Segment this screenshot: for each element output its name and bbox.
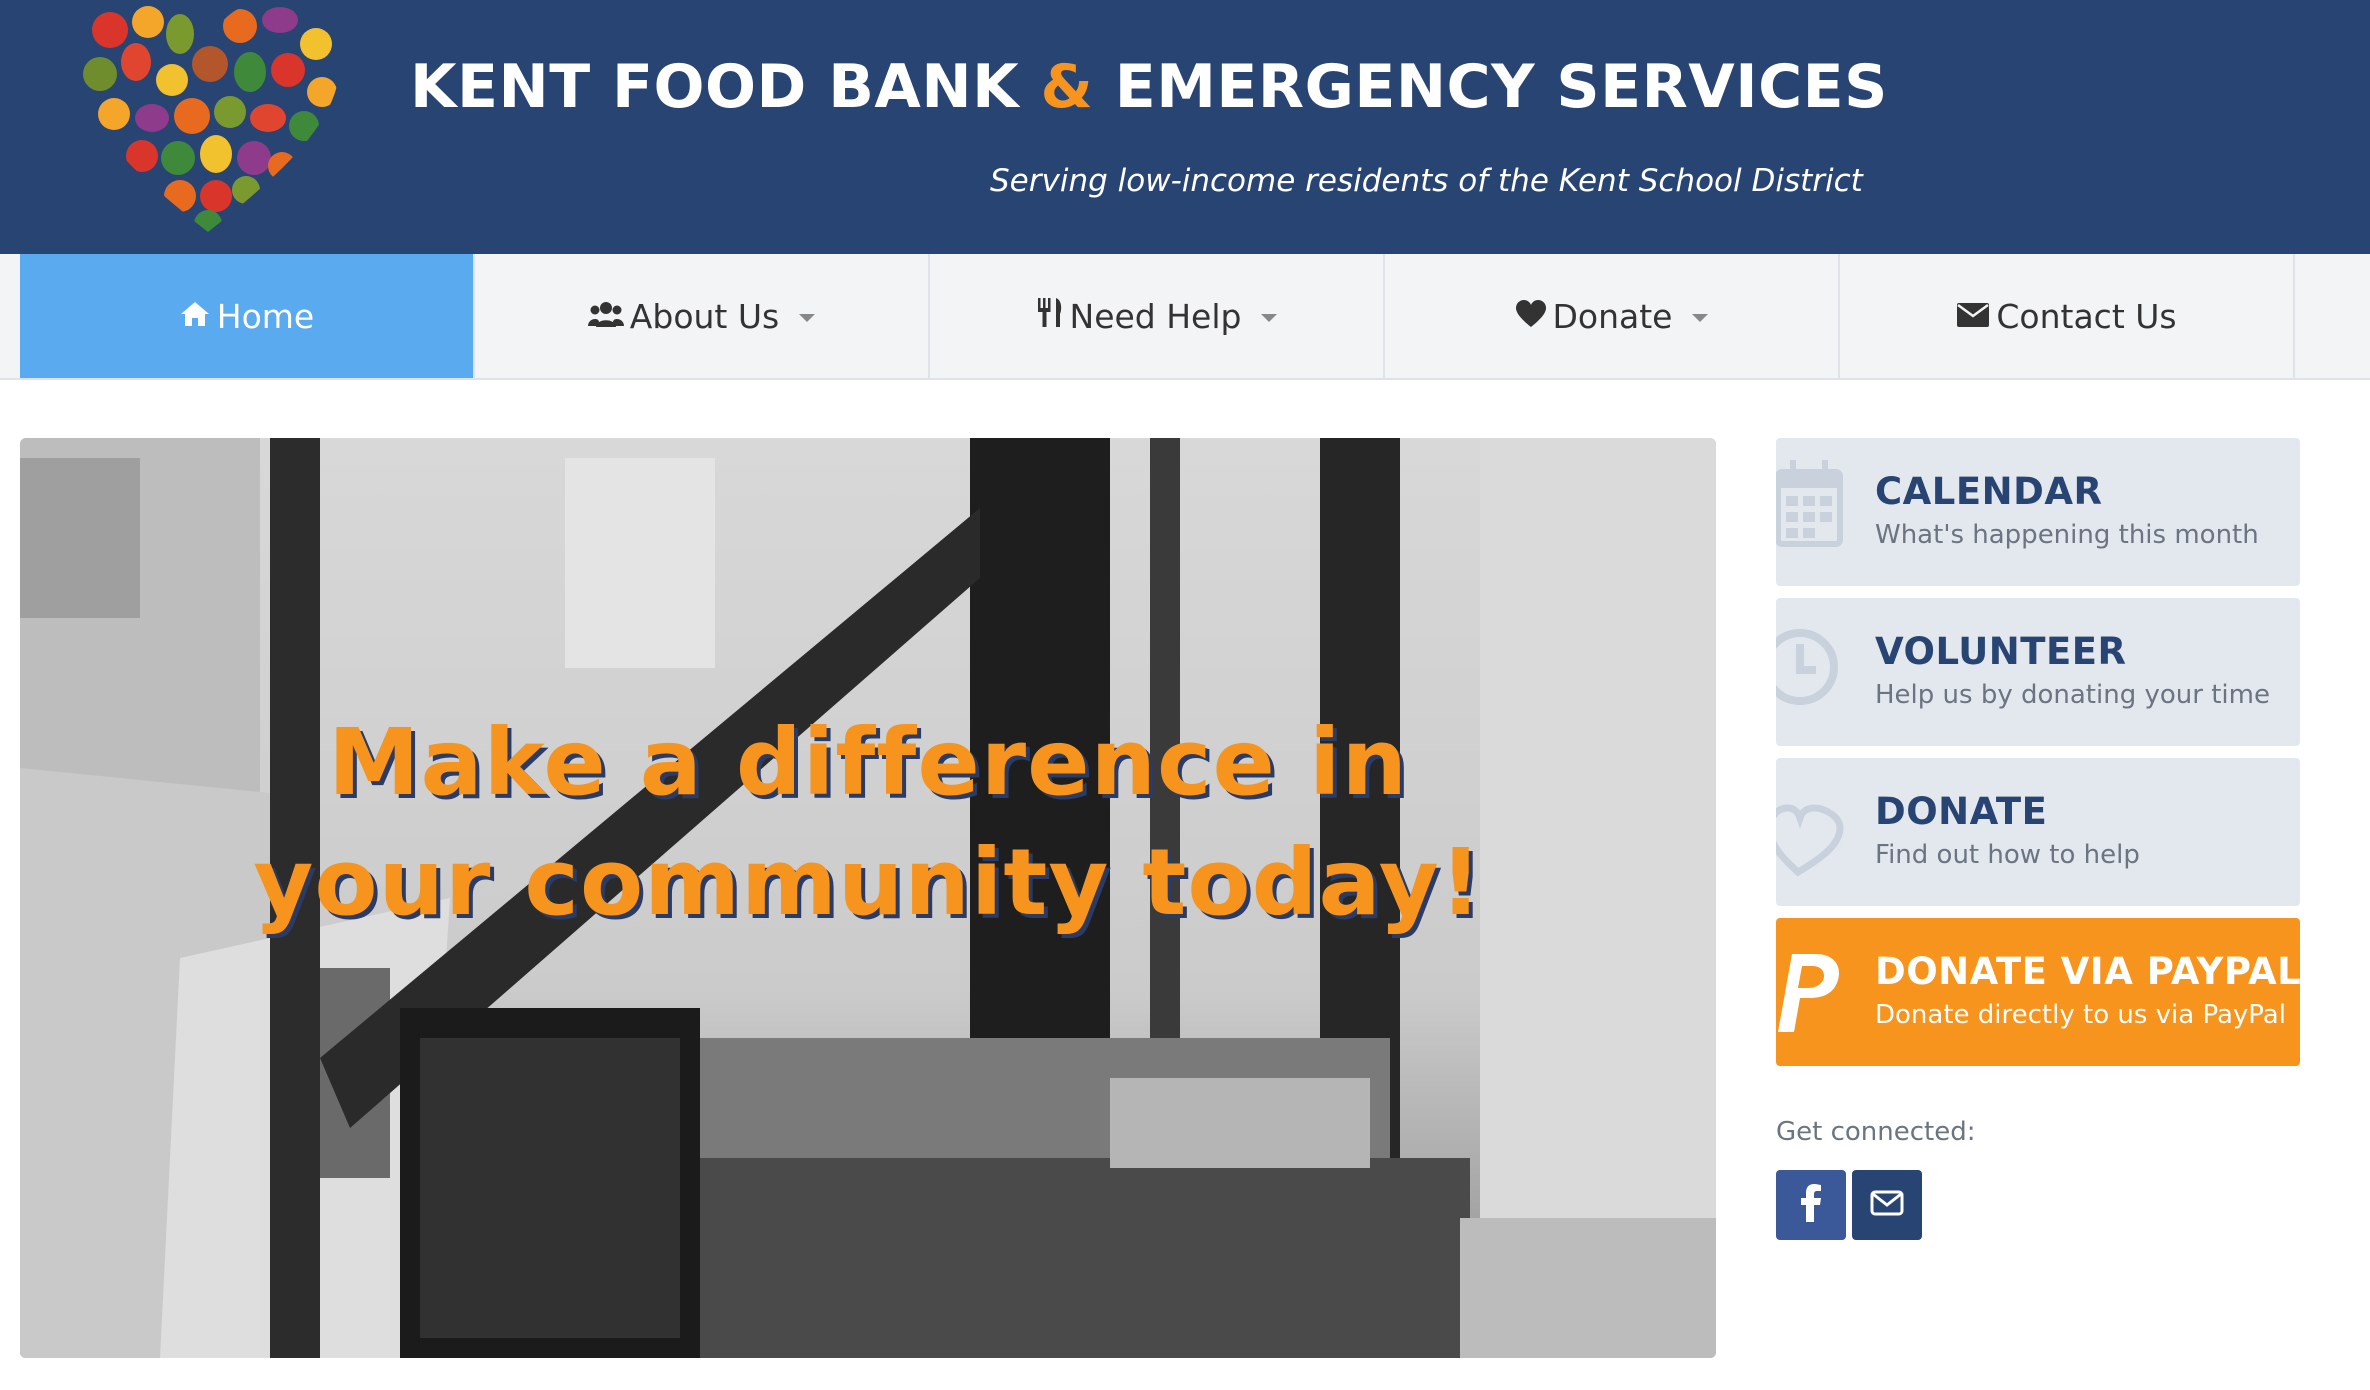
calendar-card-subtitle: What's happening this month [1875, 520, 2259, 550]
donate-card-subtitle: Find out how to help [1875, 840, 2140, 870]
heart-vegetables-logo[interactable] [70, 0, 346, 240]
hero-headline: Make a difference in your community toda… [253, 709, 1483, 936]
main-navigation: Home About Us Need Help Donate Contact U… [0, 254, 2370, 380]
nav-label-home: Home [216, 296, 315, 336]
clock-icon [1776, 612, 1846, 726]
donate-card-title: DONATE [1875, 790, 2048, 833]
calendar-icon [1776, 452, 1846, 566]
donate-paypal-card-title: DONATE VIA PAYPAL [1875, 950, 2300, 993]
heart-outline-icon [1776, 772, 1846, 886]
volunteer-card-subtitle: Help us by donating your time [1875, 680, 2270, 710]
get-connected-label: Get connected: [1776, 1117, 1976, 1147]
paypal-icon [1776, 932, 1846, 1046]
nav-label-about-us: About Us [629, 296, 780, 336]
site-header: KENT FOOD BANK & EMERGENCY SERVICES Serv… [0, 0, 2370, 254]
users-icon [587, 297, 624, 336]
site-tagline: Serving low-income residents of the Kent… [990, 163, 1863, 199]
envelope-icon [1870, 1190, 1904, 1220]
home-icon [179, 297, 211, 336]
nav-label-donate: Donate [1552, 296, 1673, 336]
nav-item-need-help[interactable]: Need Help [930, 254, 1385, 378]
email-button[interactable] [1852, 1170, 1922, 1240]
donate-paypal-card-subtitle: Donate directly to us via PayPal [1875, 1000, 2286, 1030]
volunteer-card-title: VOLUNTEER [1875, 630, 2127, 673]
facebook-button[interactable] [1776, 1170, 1846, 1240]
nav-label-contact-us: Contact Us [1996, 296, 2177, 336]
facebook-icon [1801, 1184, 1821, 1226]
donate-paypal-card[interactable]: DONATE VIA PAYPAL Donate directly to us … [1776, 918, 2300, 1066]
nav-item-donate[interactable]: Donate [1385, 254, 1840, 378]
site-title-ampersand: & [1040, 52, 1094, 122]
site-title[interactable]: KENT FOOD BANK & EMERGENCY SERVICES [410, 52, 1888, 122]
calendar-card-title: CALENDAR [1875, 470, 2103, 513]
chevron-down-icon [1261, 314, 1278, 322]
nav-item-home[interactable]: Home [20, 254, 475, 378]
site-title-main: KENT FOOD BANK [410, 52, 1020, 122]
site-title-secondary: EMERGENCY SERVICES [1114, 52, 1888, 122]
chevron-down-icon [799, 314, 816, 322]
calendar-card[interactable]: CALENDAR What's happening this month [1776, 438, 2300, 586]
chevron-down-icon [1692, 314, 1709, 322]
utensils-icon [1036, 296, 1064, 336]
volunteer-card[interactable]: VOLUNTEER Help us by donating your time [1776, 598, 2300, 746]
donate-card[interactable]: DONATE Find out how to help [1776, 758, 2300, 906]
nav-item-about-us[interactable]: About Us [475, 254, 930, 378]
hero-banner[interactable]: Make a difference in your community toda… [20, 438, 1716, 1358]
envelope-icon [1956, 297, 1990, 336]
heart-icon [1515, 297, 1547, 336]
nav-item-contact-us[interactable]: Contact Us [1840, 254, 2295, 378]
nav-label-need-help: Need Help [1069, 296, 1242, 336]
